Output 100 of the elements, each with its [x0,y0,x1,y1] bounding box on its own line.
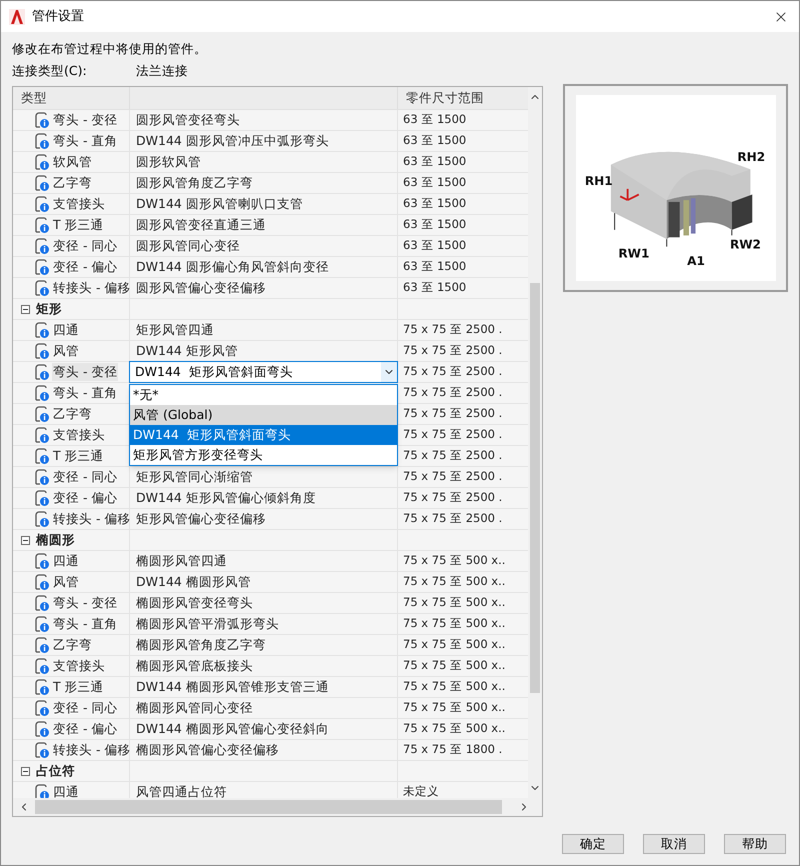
fitting-name: 椭圆形风管四通 [136,552,227,570]
fitting-info-icon [34,280,50,296]
size-range: 63 至 1500 [403,132,466,150]
fitting-name: DW144 圆形风管喇叭口支管 [136,194,303,213]
size-range: 75 x 75 至 500 x.. [403,678,506,696]
fitting-type: 风管 [52,342,80,360]
size-range: 75 x 75 至 2500 . [403,321,502,338]
size-range: 75 x 75 至 500 x.. [403,720,506,738]
column-header[interactable]: 类型 [13,87,130,109]
size-range: 75 x 75 至 2500 . [403,384,502,402]
size-range: 63 至 1500 [403,279,466,296]
size-range: 63 至 1500 [403,174,466,192]
fitting-name: DW144 圆形偏心角风管斜向变径 [136,258,329,276]
dimension-label: A1 [686,254,704,268]
fitting-name: 椭圆形风管角度乙字弯 [136,636,266,654]
size-range: 75 x 75 至 2500 . [403,426,502,444]
fitting-info-icon [34,448,50,464]
fitting-info-icon [34,364,50,380]
column-header[interactable]: 零件尺寸范围 [398,87,528,109]
size-range: 未定义 [403,783,439,798]
fitting-type: T 形三通 [52,678,105,696]
fitting-info-icon [34,216,50,234]
dropdown-option[interactable]: 风管 (Global) [130,405,397,425]
dimension-label: RW2 [729,237,760,252]
size-range: 75 x 75 至 1800 . [403,741,502,758]
fitting-type: 四通 [52,782,80,798]
fitting-type: 弯头 - 变径 [52,362,118,382]
collapse-icon[interactable] [21,766,30,776]
fitting-name: 椭圆形风管变径弯头 [136,594,253,612]
fitting-type: 风管 [52,572,80,591]
scroll-thumb[interactable] [530,283,540,693]
fitting-type: 弯头 - 变径 [52,594,118,612]
scroll-thumb[interactable] [35,800,502,814]
dimension-label: RW1 [618,246,649,261]
group-header[interactable]: 占位符 [36,762,75,780]
fitting-type: 变径 - 偏心 [52,488,118,507]
size-range: 75 x 75 至 500 x.. [403,573,506,590]
fitting-type: 弯头 - 直角 [52,614,118,633]
dropdown-option[interactable]: *无* [130,385,397,405]
fitting-info-icon [34,112,50,128]
fitting-type: 支管接头 [52,656,106,675]
size-range: 75 x 75 至 2500 . [403,468,502,486]
fitting-type: 转接头 - 偏移 [52,278,132,297]
fitting-info-icon [34,154,50,170]
size-range: 75 x 75 至 2500 . [403,489,502,506]
size-range: 75 x 75 至 2500 . [403,510,502,528]
connection-type-label: 连接类型(C): [12,62,88,80]
dialog-button[interactable]: 确定 [562,834,624,854]
fitting-name: 椭圆形风管底板接头 [136,656,253,675]
dialog-button[interactable]: 帮助 [724,834,786,854]
dropdown-option[interactable]: 矩形风管方形变径弯头 [130,445,397,465]
fitting-name: 圆形风管变径弯头 [136,110,240,129]
fitting-type: 弯头 - 变径 [52,110,118,129]
fitting-type: 转接头 - 偏移 [52,510,132,528]
fitting-info-icon [34,384,50,402]
fitting-name: 矩形风管四通 [136,320,214,339]
size-range: 75 x 75 至 2500 . [403,405,502,422]
vertical-scrollbar[interactable] [528,87,542,798]
fitting-type: 支管接头 [52,426,106,444]
dimension-label: RH2 [736,150,765,164]
group-header[interactable]: 椭圆形 [36,530,75,550]
dropdown-option[interactable]: DW144 矩形风管斜面弯头 [130,425,397,445]
fitting-type: 软风管 [52,152,93,171]
fitting-type: 变径 - 同心 [52,236,118,255]
collapse-icon[interactable] [21,304,30,314]
fitting-info-icon [34,658,50,674]
fitting-name: DW144 椭圆形风管锥形支管三通 [136,678,329,696]
fitting-info-icon [34,490,50,506]
connection-type-value: 法兰连接 [136,62,188,80]
fitting-name: DW144 椭圆形风管 [136,572,251,591]
dialog-button[interactable]: 取消 [643,834,705,854]
fitting-name: 椭圆形风管偏心变径偏移 [136,740,279,759]
description-text: 修改在布管过程中将使用的管件。 [12,40,208,58]
fitting-type: T 形三通 [52,446,105,465]
fitting-info-icon [34,616,50,632]
fitting-type: T 形三通 [52,216,105,234]
fitting-dropdown[interactable]: DW144 矩形风管斜面弯头 [129,361,398,383]
horizontal-scrollbar[interactable] [13,798,542,816]
window-title: 管件设置 [32,8,84,26]
size-range: 75 x 75 至 500 x.. [403,699,506,716]
fitting-type: 变径 - 同心 [52,468,118,486]
size-range: 63 至 1500 [403,258,466,276]
size-range: 75 x 75 至 2500 . [403,447,502,464]
fitting-type: 弯头 - 直角 [52,384,118,402]
collapse-icon[interactable] [21,536,30,544]
fitting-name: DW144 矩形风管 [136,342,238,360]
fitting-info-icon [34,174,50,192]
fitting-info-icon [34,426,50,444]
fitting-name: DW144 圆形风管冲压中弧形弯头 [136,132,329,150]
size-range: 63 至 1500 [403,111,466,128]
fitting-type: 转接头 - 偏移 [52,740,132,759]
fitting-info-icon [34,700,50,716]
group-header[interactable]: 矩形 [36,300,62,318]
size-range: 75 x 75 至 2500 . [403,342,502,360]
fitting-info-icon [34,132,50,150]
fitting-type: 乙字弯 [52,174,93,192]
fitting-name: 圆形风管角度乙字弯 [136,174,253,192]
size-range: 75 x 75 至 500 x.. [403,594,506,612]
fitting-name: 矩形风管同心渐缩管 [136,468,253,486]
fitting-info-icon [34,342,50,360]
